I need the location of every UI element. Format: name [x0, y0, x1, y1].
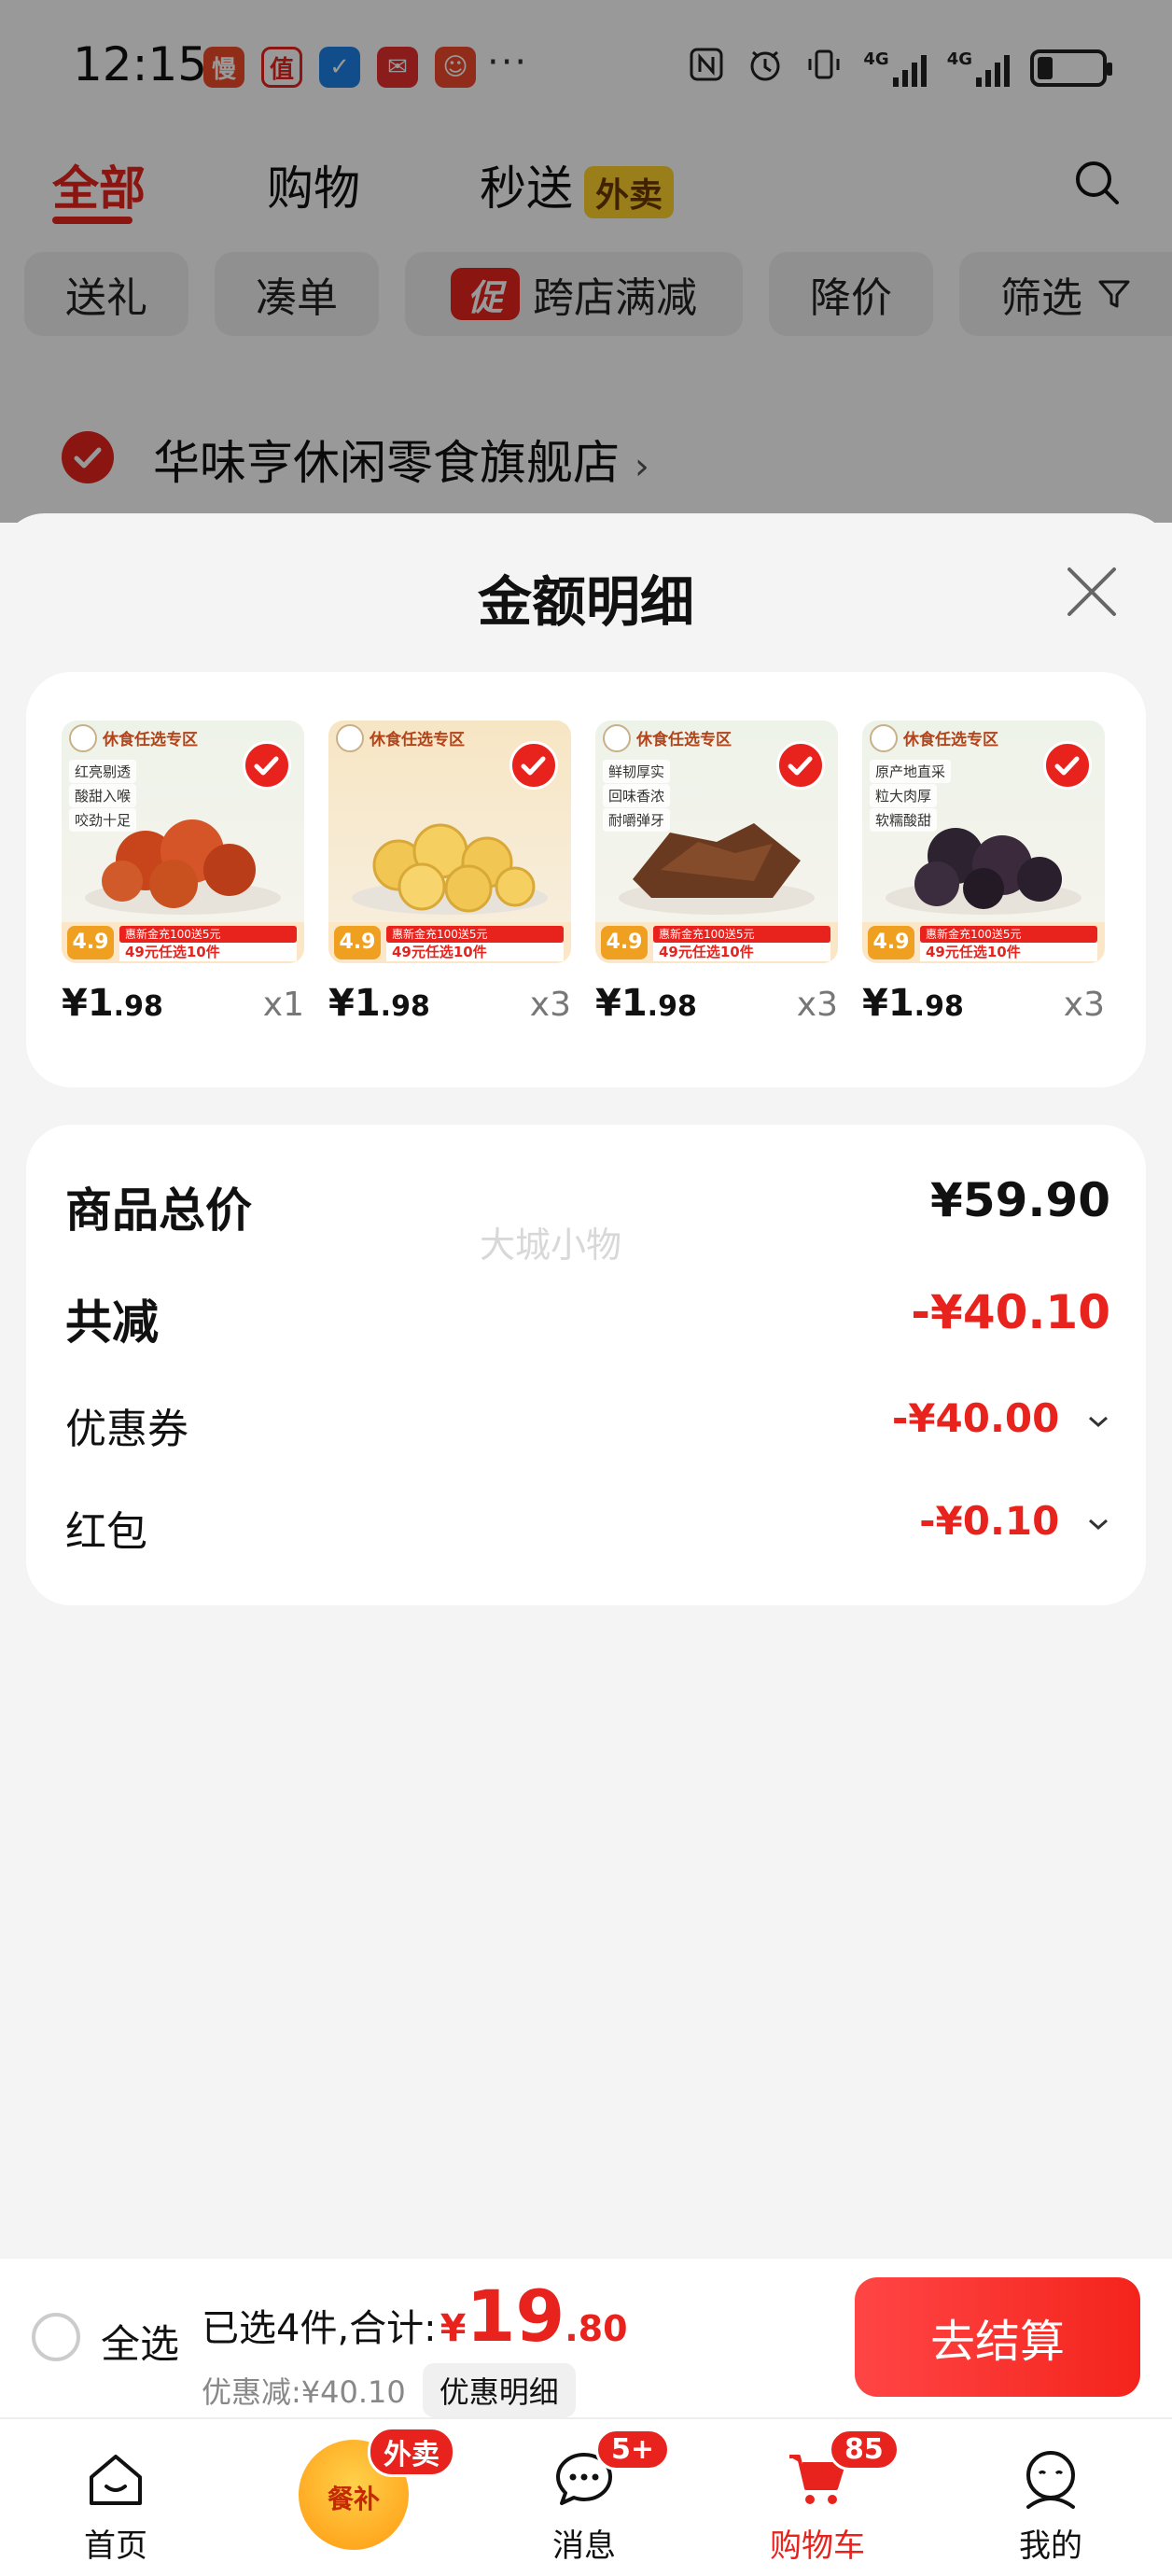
user-icon — [1026, 2451, 1075, 2509]
price-decimal: .98 — [914, 990, 964, 1023]
sheet-title: 金额明细 — [477, 570, 694, 634]
messages-badge: 5+ — [595, 2429, 671, 2471]
check-icon — [521, 756, 546, 776]
product-item[interactable]: 休食任选专区 原产地直采 粒大肉厚 软糯酸甜 4.9 惠新金充100送5元 49… — [862, 721, 1105, 1029]
nav-messages-label: 消息 — [552, 2527, 616, 2565]
product-price: ¥1.98 — [328, 982, 430, 1025]
price-decimal: .98 — [113, 990, 163, 1023]
jerky-image — [619, 823, 815, 915]
discount-amount: 优惠减:¥40.10 — [202, 2374, 406, 2410]
nav-home-label: 首页 — [84, 2527, 147, 2565]
home-icon — [90, 2455, 142, 2505]
discount-detail-button[interactable]: 优惠明细 — [422, 2363, 576, 2417]
product-zone: 休食任选专区 — [103, 731, 198, 749]
takeout-badge: 外卖 — [368, 2427, 455, 2477]
prunes-image — [886, 828, 1081, 915]
image-price-tag: 4.9 — [334, 926, 381, 959]
chevron-down-icon — [1089, 1519, 1108, 1530]
checkout-button[interactable]: 去结算 — [855, 2277, 1140, 2397]
total-price-label: 商品总价 — [65, 1183, 252, 1238]
discount-line: 优惠减:¥40.10 优惠明细 — [202, 2363, 576, 2417]
price-decimal: .98 — [380, 990, 430, 1023]
image-offer-text: 49元任选10件 — [653, 943, 830, 961]
cart-badge: 85 — [829, 2429, 900, 2471]
image-promo-text: 惠新金充100送5元 — [653, 926, 830, 943]
price-decimal: .98 — [647, 990, 697, 1023]
total-currency: ¥ — [440, 2307, 467, 2350]
select-all-label[interactable]: 全选 — [101, 2313, 179, 2370]
checkout-bar: 全选 已选4件,合计: ¥ 19 .80 优惠减:¥40.10 优惠明细 去结算 — [0, 2259, 1172, 2417]
product-zone: 休食任选专区 — [370, 731, 465, 749]
watermark: 大城小物 — [480, 1225, 622, 1266]
product-zone: 休食任选专区 — [636, 731, 732, 749]
total-integer: 19 — [466, 2275, 565, 2358]
check-icon — [1054, 756, 1080, 776]
bottom-nav: 首页 餐补 外卖 5+ 消息 85 购物车 我的 — [0, 2417, 1172, 2576]
product-checkbox[interactable] — [776, 741, 825, 790]
nav-meal-subsidy[interactable]: 餐补 外卖 — [256, 2419, 461, 2576]
nav-messages[interactable]: 5+ 消息 — [491, 2419, 677, 2576]
image-promo-text: 惠新金充100送5元 — [119, 926, 297, 943]
product-quantity: x1 — [262, 986, 304, 1024]
selected-summary: 已选4件,合计: ¥ 19 .80 — [202, 2281, 628, 2352]
selected-count-text: 已选4件,合计: — [202, 2307, 437, 2350]
image-promo-text: 惠新金充100送5元 — [386, 926, 564, 943]
image-price-tag: 4.9 — [601, 926, 648, 959]
image-offer-text: 49元任选10件 — [920, 943, 1097, 961]
price-integer: ¥1 — [62, 982, 114, 1025]
nav-cart-label: 购物车 — [770, 2527, 865, 2565]
product-checkbox[interactable] — [509, 741, 558, 790]
product-item[interactable]: 休食任选专区 鲜韧厚实 回味香浓 耐嚼弹牙 4.9 惠新金充100送5元 49元… — [595, 721, 838, 1029]
banana-chips-image — [352, 823, 548, 915]
nav-mine[interactable]: 我的 — [957, 2419, 1144, 2576]
image-price-tag: 4.9 — [868, 926, 914, 959]
product-price: ¥1.98 — [62, 982, 163, 1025]
coupon-row[interactable]: -¥40.00 — [892, 1395, 1110, 1441]
red-packet-label: 红包 — [65, 1508, 147, 1556]
nav-cart[interactable]: 85 购物车 — [724, 2419, 911, 2576]
product-item[interactable]: 休食任选专区 4.9 惠新金充100送5元 49元任选10件 ¥1.98 x3 — [328, 721, 571, 1029]
coupon-value: -¥40.00 — [891, 1395, 1060, 1441]
product-item[interactable]: 休食任选专区 红亮剔透 酸甜入喉 咬劲十足 4.9 惠新金充100送5元 49元… — [62, 721, 304, 1029]
nav-mine-label: 我的 — [1019, 2527, 1082, 2565]
check-icon — [788, 756, 813, 776]
product-zone: 休食任选专区 — [903, 731, 998, 749]
image-price-tag: 4.9 — [67, 926, 114, 959]
product-price: ¥1.98 — [862, 982, 964, 1025]
meal-subsidy-text: 餐补 — [327, 2484, 380, 2514]
check-icon — [254, 756, 279, 776]
price-integer: ¥1 — [328, 982, 381, 1025]
total-reduction-label: 共减 — [65, 1295, 159, 1350]
dried-hawthorn-image — [85, 819, 281, 915]
nav-home[interactable]: 首页 — [22, 2419, 209, 2576]
image-promo-text: 惠新金充100送5元 — [920, 926, 1097, 943]
products-card: 休食任选专区 红亮剔透 酸甜入喉 咬劲十足 4.9 惠新金充100送5元 49元… — [26, 672, 1146, 1087]
price-integer: ¥1 — [595, 982, 648, 1025]
product-price: ¥1.98 — [595, 982, 697, 1025]
total-price-value: ¥59.90 — [930, 1173, 1110, 1227]
product-quantity: x3 — [796, 986, 838, 1024]
coupon-label: 优惠券 — [65, 1406, 188, 1453]
chevron-down-icon — [1089, 1416, 1108, 1427]
red-packet-row[interactable]: -¥0.10 — [919, 1498, 1110, 1544]
close-icon[interactable] — [1064, 564, 1120, 620]
price-integer: ¥1 — [862, 982, 914, 1025]
image-offer-text: 49元任选10件 — [386, 943, 564, 961]
image-offer-text: 49元任选10件 — [119, 943, 297, 961]
select-all-checkbox[interactable] — [32, 2313, 80, 2361]
product-checkbox[interactable] — [243, 741, 291, 790]
red-packet-value: -¥0.10 — [919, 1498, 1060, 1544]
price-summary-card: 大城小物 商品总价 ¥59.90 共减 -¥40.10 优惠券 -¥40.00 … — [26, 1125, 1146, 1605]
modal-overlay[interactable] — [0, 0, 1172, 523]
total-decimal: .80 — [565, 2308, 628, 2349]
product-quantity: x3 — [1063, 986, 1105, 1024]
product-checkbox[interactable] — [1043, 741, 1092, 790]
product-quantity: x3 — [529, 986, 571, 1024]
total-reduction-value: -¥40.10 — [911, 1285, 1110, 1339]
